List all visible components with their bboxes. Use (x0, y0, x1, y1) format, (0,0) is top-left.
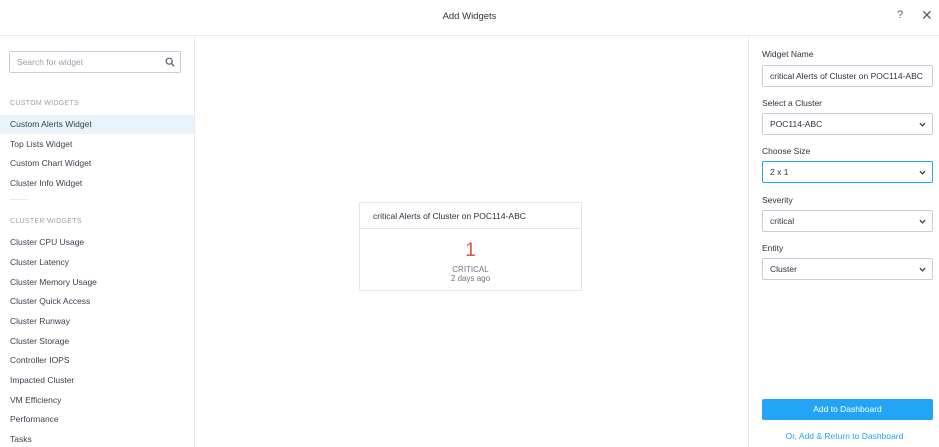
entity-value: Cluster (770, 264, 797, 274)
preview-title: critical Alerts of Cluster on POC114-ABC (360, 203, 581, 229)
alert-count: 1 (465, 240, 476, 261)
sidebar-item-performance[interactable]: Performance (0, 410, 194, 429)
close-icon[interactable]: ✕ (921, 8, 933, 22)
size-value: 2 x 1 (770, 167, 789, 177)
cluster-value: POC114-ABC (770, 119, 823, 129)
modal-header: Add Widgets ? ✕ (0, 0, 939, 36)
cluster-label: Select a Cluster (762, 98, 822, 108)
widget-sidebar: CUSTOM WIDGETS Custom Alerts Widget Top … (0, 37, 195, 447)
sidebar-item-cluster-info-widget[interactable]: Cluster Info Widget (0, 174, 194, 193)
widget-preview: critical Alerts of Cluster on POC114-ABC… (359, 202, 582, 291)
cluster-select[interactable]: POC114-ABC (762, 113, 933, 135)
add-and-return-link[interactable]: Or, Add & Return to Dashboard (749, 431, 939, 441)
sidebar-item-cluster-latency[interactable]: Cluster Latency (0, 253, 194, 272)
search-icon[interactable] (165, 57, 175, 67)
section-divider (10, 199, 28, 200)
widget-name-field[interactable]: critical Alerts of Cluster on POC114-ABC (762, 65, 933, 87)
widget-name-value: critical Alerts of Cluster on POC114-ABC (770, 71, 923, 81)
sidebar-item-custom-alerts-widget[interactable]: Custom Alerts Widget (0, 115, 194, 134)
sidebar-item-custom-chart-widget[interactable]: Custom Chart Widget (0, 154, 194, 173)
severity-value: critical (770, 216, 795, 226)
cluster-widgets-header: CLUSTER WIDGETS (10, 218, 82, 225)
add-to-dashboard-button[interactable]: Add to Dashboard (762, 399, 933, 420)
help-icon[interactable]: ? (897, 9, 903, 21)
severity-select[interactable]: critical (762, 210, 933, 232)
sidebar-item-impacted-cluster[interactable]: Impacted Cluster (0, 371, 194, 390)
sidebar-item-top-lists-widget[interactable]: Top Lists Widget (0, 135, 194, 154)
chevron-down-icon (919, 170, 926, 175)
sidebar-item-cluster-runway[interactable]: Cluster Runway (0, 312, 194, 331)
entity-select[interactable]: Cluster (762, 258, 933, 280)
entity-label: Entity (762, 243, 784, 253)
size-select[interactable]: 2 x 1 (762, 161, 933, 183)
severity-label: Severity (762, 195, 793, 205)
alert-severity: CRITICAL (452, 265, 489, 274)
size-label: Choose Size (762, 146, 811, 156)
chevron-down-icon (919, 267, 926, 272)
modal-title: Add Widgets (442, 11, 497, 22)
widget-config-panel: Widget Name critical Alerts of Cluster o… (748, 37, 939, 447)
sidebar-item-cluster-cpu-usage[interactable]: Cluster CPU Usage (0, 233, 194, 252)
chevron-down-icon (919, 219, 926, 224)
alert-time: 2 days ago (450, 274, 491, 283)
sidebar-item-vm-efficiency[interactable]: VM Efficiency (0, 391, 194, 410)
widget-name-label: Widget Name (762, 49, 814, 59)
custom-widgets-header: CUSTOM WIDGETS (10, 100, 80, 107)
chevron-down-icon (919, 122, 926, 127)
sidebar-item-tasks[interactable]: Tasks (0, 430, 194, 447)
sidebar-item-cluster-memory-usage[interactable]: Cluster Memory Usage (0, 273, 194, 292)
search-box (9, 51, 181, 73)
sidebar-item-cluster-storage[interactable]: Cluster Storage (0, 332, 194, 351)
search-input[interactable] (10, 52, 160, 72)
sidebar-item-controller-iops[interactable]: Controller IOPS (0, 351, 194, 370)
sidebar-item-cluster-quick-access[interactable]: Cluster Quick Access (0, 292, 194, 311)
